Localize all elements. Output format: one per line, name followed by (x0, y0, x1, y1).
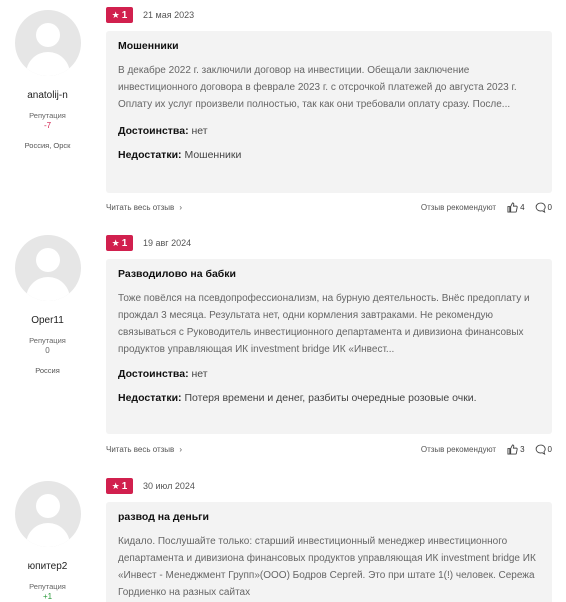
review-title[interactable]: Мошенники (118, 40, 540, 52)
reputation-label: Репутация (29, 111, 66, 120)
chevron-right-icon: › (179, 202, 182, 212)
author-name[interactable]: anatolij-n (0, 90, 95, 101)
review-author: anatolij-n Репутация -7 Россия, Орск (0, 10, 95, 150)
star-icon: ★ (111, 9, 120, 20)
rating-badge: ★ 1 (106, 235, 133, 251)
reputation-value: +1 (42, 592, 53, 601)
review-date: 21 мая 2023 (143, 10, 195, 20)
thumb-up-icon (507, 443, 518, 455)
star-icon: ★ (111, 237, 120, 248)
read-more-link[interactable]: Читать весь отзыв › (106, 203, 182, 212)
review-cons: Недостатки: Мошенники (118, 149, 540, 161)
star-icon: ★ (111, 480, 120, 491)
like-count: 4 (520, 202, 525, 212)
review-header: ★ 1 21 мая 2023 (106, 7, 194, 23)
author-location: Россия (35, 366, 60, 375)
reputation-label: Репутация (29, 582, 66, 591)
review-text: Кидало. Послушайте только: старший инвес… (118, 536, 536, 598)
avatar[interactable] (14, 235, 81, 301)
recommend-label: Отзыв рекомендуют (420, 202, 497, 212)
review-pros: Достоинства: нет (118, 368, 540, 380)
cons-label: Недостатки: (118, 392, 182, 404)
author-name[interactable]: юпитер2 (0, 561, 95, 572)
avatar[interactable] (14, 10, 81, 76)
review-cons: Недостатки: Потеря времени и денег, разб… (118, 392, 540, 404)
review-footer: Читать весь отзыв › Отзыв рекомендуют 4 … (106, 200, 552, 214)
review-author: юпитер2 Репутация +1 (0, 481, 95, 601)
review-text: Тоже повёлся на псевдопрофессионализм, н… (118, 293, 530, 355)
reputation-value: -7 (43, 121, 52, 130)
rating-value: 1 (121, 480, 128, 492)
review-card: развод на деньги Кидало. Послушайте толь… (106, 502, 552, 602)
rating-value: 1 (121, 9, 128, 21)
comment-icon (535, 202, 546, 213)
comment-button[interactable]: 0 (535, 202, 552, 213)
review-card: Разводилово на бабки Тоже повёлся на псе… (106, 259, 552, 434)
thumb-up-icon (507, 201, 518, 213)
pros-label: Достоинства: (118, 368, 189, 380)
like-count: 3 (520, 444, 525, 454)
read-more-link[interactable]: Читать весь отзыв › (106, 445, 182, 454)
rating-badge: ★ 1 (106, 478, 133, 494)
avatar[interactable] (14, 481, 81, 547)
review-footer: Читать весь отзыв › Отзыв рекомендуют 3 … (106, 442, 552, 456)
pros-value: нет (191, 125, 208, 137)
recommend-label: Отзыв рекомендуют (420, 444, 497, 454)
review-text: В декабре 2022 г. заключили договор на и… (118, 65, 517, 110)
cons-label: Недостатки: (118, 149, 182, 161)
reputation-value: 0 (45, 346, 50, 355)
comment-icon (535, 444, 546, 455)
comment-button[interactable]: 0 (535, 444, 552, 455)
review-date: 30 июл 2024 (143, 481, 195, 491)
review-title[interactable]: Разводилово на бабки (118, 268, 540, 280)
cons-value: Потеря времени и денег, разбиты очередны… (184, 392, 477, 404)
comment-count: 0 (547, 202, 552, 212)
comment-count: 0 (547, 444, 552, 454)
like-button[interactable]: 4 (507, 201, 525, 213)
review-date: 19 авг 2024 (143, 238, 192, 248)
reputation-label: Репутация (29, 336, 66, 345)
author-name[interactable]: Oper11 (0, 315, 95, 326)
review-header: ★ 1 19 авг 2024 (106, 235, 191, 251)
review-author: Oper11 Репутация 0 Россия (0, 235, 95, 375)
rating-value: 1 (121, 237, 128, 249)
rating-badge: ★ 1 (106, 7, 133, 23)
pros-value: нет (191, 368, 208, 380)
read-more-label: Читать весь отзыв (106, 444, 175, 454)
review-title[interactable]: развод на деньги (118, 511, 540, 523)
like-button[interactable]: 3 (507, 443, 525, 455)
review-card: Мошенники В декабре 2022 г. заключили до… (106, 31, 552, 193)
review-pros: Достоинства: нет (118, 125, 540, 137)
review-header: ★ 1 30 июл 2024 (106, 478, 195, 494)
chevron-right-icon: › (179, 444, 182, 454)
read-more-label: Читать весь отзыв (106, 202, 175, 212)
author-location: Россия, Орск (24, 141, 71, 150)
cons-value: Мошенники (184, 149, 242, 161)
pros-label: Достоинства: (118, 125, 189, 137)
